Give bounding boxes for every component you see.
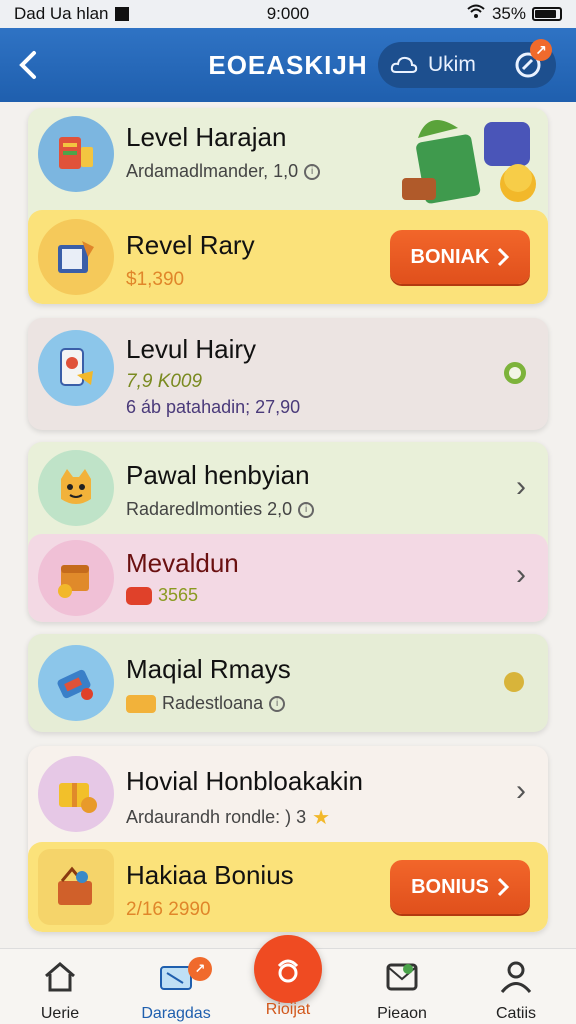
list-item-bonus[interactable]: Revel Rary $1,390 BONIAK bbox=[28, 210, 548, 304]
item-value: 3565 bbox=[158, 585, 199, 605]
user-icon bbox=[466, 957, 566, 997]
cloud-icon bbox=[390, 51, 418, 79]
battery-icon bbox=[532, 7, 562, 21]
card-group-4: Maqial Rmays Radestloana i bbox=[28, 634, 548, 732]
item-title: Maqial Rmays bbox=[126, 654, 291, 684]
status-bar: Dad Ua hlan 9:000 35% bbox=[0, 0, 576, 28]
ticket-icon bbox=[126, 586, 152, 605]
books-icon bbox=[38, 116, 114, 192]
bonus-button-label: BONIUS bbox=[411, 875, 489, 898]
mascot-icon bbox=[38, 450, 114, 526]
wallet-icon bbox=[38, 645, 114, 721]
item-subtitle: Radaredlmonties 2,0 bbox=[126, 499, 293, 519]
refresh-button[interactable]: ↗ bbox=[512, 39, 552, 81]
list-item[interactable]: Hovial Honbloakakin Ardaurandh rondle: )… bbox=[28, 746, 548, 840]
tab-label: Catiis bbox=[495, 1005, 536, 1022]
tab-center-button[interactable] bbox=[254, 935, 322, 1003]
tab-home[interactable]: Uerie bbox=[10, 957, 110, 1023]
coin-icon bbox=[504, 672, 524, 692]
chevron-right-icon: › bbox=[516, 774, 526, 807]
home-icon bbox=[10, 957, 110, 997]
rewards-list: Level Harajan Ardamadlmander, 1,0 i Reve… bbox=[0, 102, 576, 948]
battery-percent: 35% bbox=[491, 4, 526, 23]
notification-badge: ↗ bbox=[530, 39, 552, 61]
card-group-3: Pawal henbyian Radaredlmonties 2,0 i › M… bbox=[28, 442, 548, 622]
list-item-bonus[interactable]: Hakiaa Bonius 2/16 2990 BONIUS bbox=[28, 842, 548, 932]
item-title: Levul Hairy bbox=[126, 334, 257, 364]
carrier-text: Dad Ua hlan bbox=[14, 4, 109, 23]
list-item[interactable]: Pawal henbyian Radaredlmonties 2,0 i › bbox=[28, 442, 548, 532]
treasure-illustration bbox=[398, 108, 548, 208]
spin-icon bbox=[277, 959, 299, 983]
app-header: EOEASKIJH Ukim ↗ bbox=[0, 28, 576, 102]
gift-icon bbox=[38, 756, 114, 832]
chevron-right-icon: › bbox=[516, 558, 526, 591]
card-group-5: Hovial Honbloakakin Ardaurandh rondle: )… bbox=[28, 746, 548, 932]
chevron-left-icon bbox=[19, 51, 36, 79]
phone-reward-icon bbox=[38, 330, 114, 406]
chevron-right-icon: › bbox=[516, 470, 526, 503]
tab-label: Rioijat bbox=[265, 1001, 311, 1018]
item-subtitle: Radestloana bbox=[162, 693, 264, 713]
item-title: Level Harajan bbox=[126, 122, 287, 152]
account-pill[interactable]: Ukim ↗ bbox=[378, 39, 556, 88]
gift-box-icon bbox=[38, 219, 114, 295]
item-subtitle: Ardaurandh rondle: ) 3 bbox=[126, 807, 307, 827]
item-title: Revel Rary bbox=[126, 230, 255, 260]
tab-label: Uerie bbox=[40, 1005, 80, 1022]
item-value: 7,9 K009 bbox=[126, 371, 203, 392]
star-icon: ★ bbox=[312, 807, 331, 829]
bottom-tab-bar: Uerie Daragdas ↗ Rioijat Pieaon Catiis bbox=[0, 935, 576, 1024]
pill-label: Ukim bbox=[428, 53, 476, 76]
tab-label: Pieaon bbox=[377, 1005, 427, 1022]
info-icon: i bbox=[304, 163, 321, 180]
wifi-icon bbox=[466, 4, 486, 25]
status-square-icon bbox=[114, 7, 129, 21]
card-group-2: Levul Hairy 7,9 K009 6 áb patahadin; 27,… bbox=[28, 318, 548, 430]
card-group-1: Level Harajan Ardamadlmander, 1,0 i Reve… bbox=[28, 108, 548, 304]
item-title: Pawal henbyian bbox=[126, 460, 310, 490]
bonus-button-label: BONIAK bbox=[410, 245, 490, 268]
tab-profile[interactable]: Catiis bbox=[466, 957, 566, 1023]
coupon-icon bbox=[126, 694, 156, 713]
list-item[interactable]: Mevaldun 3565 › bbox=[28, 534, 548, 622]
item-subtitle: Ardamadlmander, 1,0 bbox=[126, 161, 299, 181]
info-icon: i bbox=[298, 501, 315, 518]
info-icon: i bbox=[269, 695, 286, 712]
tab-label: Daragdas bbox=[141, 1005, 211, 1022]
tab-badge: ↗ bbox=[188, 957, 212, 981]
item-title: Mevaldun bbox=[126, 548, 239, 578]
bonus-button[interactable]: BONIAK bbox=[390, 230, 530, 284]
chevron-right-icon bbox=[498, 247, 510, 267]
item-title: Hakiaa Bonius bbox=[126, 860, 294, 890]
item-title: Hovial Honbloakakin bbox=[126, 766, 364, 796]
item-value: 2/16 2990 bbox=[126, 899, 211, 920]
ticket-icon bbox=[126, 957, 226, 997]
status-dot bbox=[504, 362, 526, 384]
list-item[interactable]: Maqial Rmays Radestloana i bbox=[28, 634, 548, 732]
list-item[interactable]: Level Harajan Ardamadlmander, 1,0 i bbox=[28, 108, 548, 204]
tab-messages[interactable]: Pieaon bbox=[352, 957, 452, 1023]
bonus-button[interactable]: BONIUS bbox=[390, 860, 530, 914]
item-value: $1,390 bbox=[126, 269, 185, 290]
clock: 9:000 bbox=[266, 4, 310, 23]
treasure-box-icon bbox=[38, 540, 114, 616]
message-icon bbox=[352, 957, 452, 997]
chevron-right-icon bbox=[497, 877, 509, 897]
basket-icon bbox=[38, 849, 114, 925]
list-item[interactable]: Levul Hairy 7,9 K009 6 áb patahadin; 27,… bbox=[28, 318, 548, 430]
item-subtitle: 6 áb patahadin; 27,90 bbox=[126, 397, 301, 417]
back-button[interactable] bbox=[0, 28, 56, 102]
